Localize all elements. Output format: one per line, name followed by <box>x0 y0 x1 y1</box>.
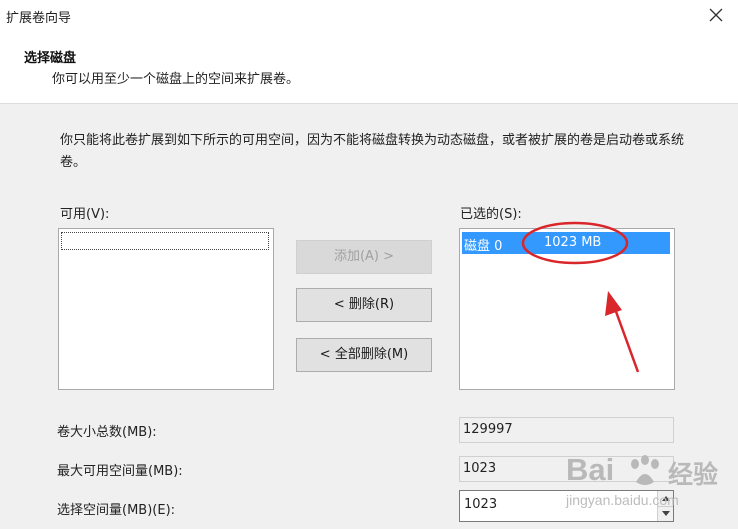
total-size-field: 129997 <box>459 417 674 443</box>
available-list[interactable] <box>58 228 274 390</box>
add-button[interactable]: 添加(A) > <box>296 240 432 274</box>
description-text: 你只能将此卷扩展到如下所示的可用空间，因为不能将磁盘转换为动态磁盘，或者被扩展的… <box>60 133 685 170</box>
watermark-brand: Bai <box>566 452 615 487</box>
watermark-brand-cn: 经验 <box>668 460 719 489</box>
window-title: 扩展卷向导 <box>6 11 72 26</box>
watermark-url: jingyan.baidu.com <box>566 492 679 508</box>
selected-list[interactable]: 磁盘 0 1023 MB <box>459 228 675 390</box>
disk-name: 磁盘 0 <box>464 239 503 254</box>
page-subtitle: 你可以用至少一个磁盘上的空间来扩展卷。 <box>52 72 300 87</box>
disk-size: 1023 MB <box>544 235 602 250</box>
baidu-watermark: Bai 经验 jingyan.baidu.com <box>566 452 736 524</box>
title-bar: 扩展卷向导 <box>0 0 738 30</box>
selected-label: 已选的(S): <box>460 207 522 222</box>
focus-placeholder <box>61 232 269 250</box>
close-icon <box>709 8 723 22</box>
available-label: 可用(V): <box>60 207 110 222</box>
remove-all-button[interactable]: < 全部删除(M) <box>296 338 432 372</box>
remove-button[interactable]: < 删除(R) <box>296 288 432 322</box>
list-item[interactable]: 磁盘 0 1023 MB <box>462 232 670 254</box>
max-available-label: 最大可用空间量(MB): <box>57 464 183 479</box>
select-amount-value[interactable]: 1023 <box>464 497 497 512</box>
total-size-label: 卷大小总数(MB): <box>57 425 157 440</box>
select-amount-label: 选择空间量(MB)(E): <box>57 503 176 518</box>
wizard-header: 选择磁盘 你可以用至少一个磁盘上的空间来扩展卷。 <box>0 30 738 104</box>
paw-icon <box>631 455 659 485</box>
page-title: 选择磁盘 <box>24 51 77 66</box>
close-button[interactable] <box>694 0 738 30</box>
